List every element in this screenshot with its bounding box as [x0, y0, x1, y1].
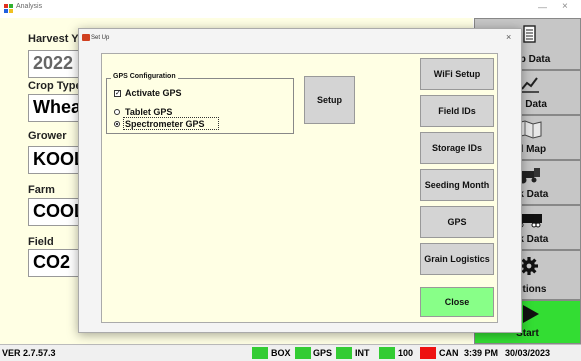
- gps-button[interactable]: GPS: [420, 206, 494, 238]
- gps-setup-button[interactable]: Setup: [304, 76, 355, 124]
- spectrometer-gps-radio[interactable]: [114, 121, 120, 127]
- field-label: Field: [28, 236, 54, 248]
- gps-status-indicator: [295, 347, 311, 359]
- gps-configuration-title: GPS Configuration: [111, 73, 178, 80]
- grower-label: Grower: [28, 130, 67, 142]
- version-text: VER 2.7.57.3: [2, 348, 56, 358]
- int-status-label: INT: [355, 348, 370, 358]
- seeding-month-button[interactable]: Seeding Month: [420, 169, 494, 201]
- can-status-label: CAN: [439, 348, 459, 358]
- count-status-label: 100: [398, 348, 414, 358]
- crop-type-label: Crop Type: [28, 80, 82, 92]
- count-status-indicator: [379, 347, 395, 359]
- close-label: Close: [444, 297, 470, 307]
- seeding-month-label: Seeding Month: [424, 180, 490, 190]
- grain-logistics-label: Grain Logistics: [424, 254, 490, 264]
- spectrometer-gps-label: Spectrometer GPS: [125, 119, 205, 129]
- app-icon: [4, 4, 13, 13]
- field-ids-button[interactable]: Field IDs: [420, 95, 494, 127]
- int-status-indicator: [336, 347, 352, 359]
- wifi-setup-label: WiFi Setup: [433, 69, 481, 79]
- dialog-close-x-button[interactable]: ×: [506, 32, 511, 42]
- tablet-gps-radio[interactable]: [114, 109, 120, 115]
- wifi-setup-button[interactable]: WiFi Setup: [420, 58, 494, 90]
- status-bar: VER 2.7.57.3 BOX GPS INT 100 CAN 3:39 PM…: [0, 344, 581, 361]
- gps-configuration-group: GPS Configuration ✓ Activate GPS Tablet …: [106, 73, 294, 134]
- activate-gps-label: Activate GPS: [125, 88, 182, 98]
- storage-ids-button[interactable]: Storage IDs: [420, 132, 494, 164]
- activate-gps-checkbox[interactable]: ✓: [114, 90, 121, 97]
- gps-setup-label: Setup: [316, 95, 342, 105]
- window-title: Analysis: [16, 3, 43, 10]
- grain-logistics-button[interactable]: Grain Logistics: [420, 243, 494, 275]
- harvest-year-label: Harvest Y: [28, 33, 79, 45]
- clock-time: 3:39 PM: [464, 348, 499, 358]
- setup-dialog-icon: [82, 34, 90, 41]
- tablet-gps-label: Tablet GPS: [125, 107, 173, 117]
- gps-label: GPS: [447, 217, 467, 227]
- storage-ids-label: Storage IDs: [431, 143, 482, 153]
- close-button[interactable]: Close: [420, 287, 494, 317]
- field-ids-label: Field IDs: [438, 106, 476, 116]
- box-status-label: BOX: [271, 348, 291, 358]
- dialog-title: Set Up: [91, 35, 110, 41]
- box-status-indicator: [252, 347, 268, 359]
- dialog-panel: GPS Configuration ✓ Activate GPS Tablet …: [101, 53, 498, 323]
- setup-dialog: Set Up × GPS Configuration ✓ Activate GP…: [78, 28, 522, 333]
- gps-status-label: GPS: [313, 348, 333, 358]
- farm-label: Farm: [28, 184, 55, 196]
- clock-date: 30/03/2023: [505, 348, 551, 358]
- can-status-indicator: [420, 347, 436, 359]
